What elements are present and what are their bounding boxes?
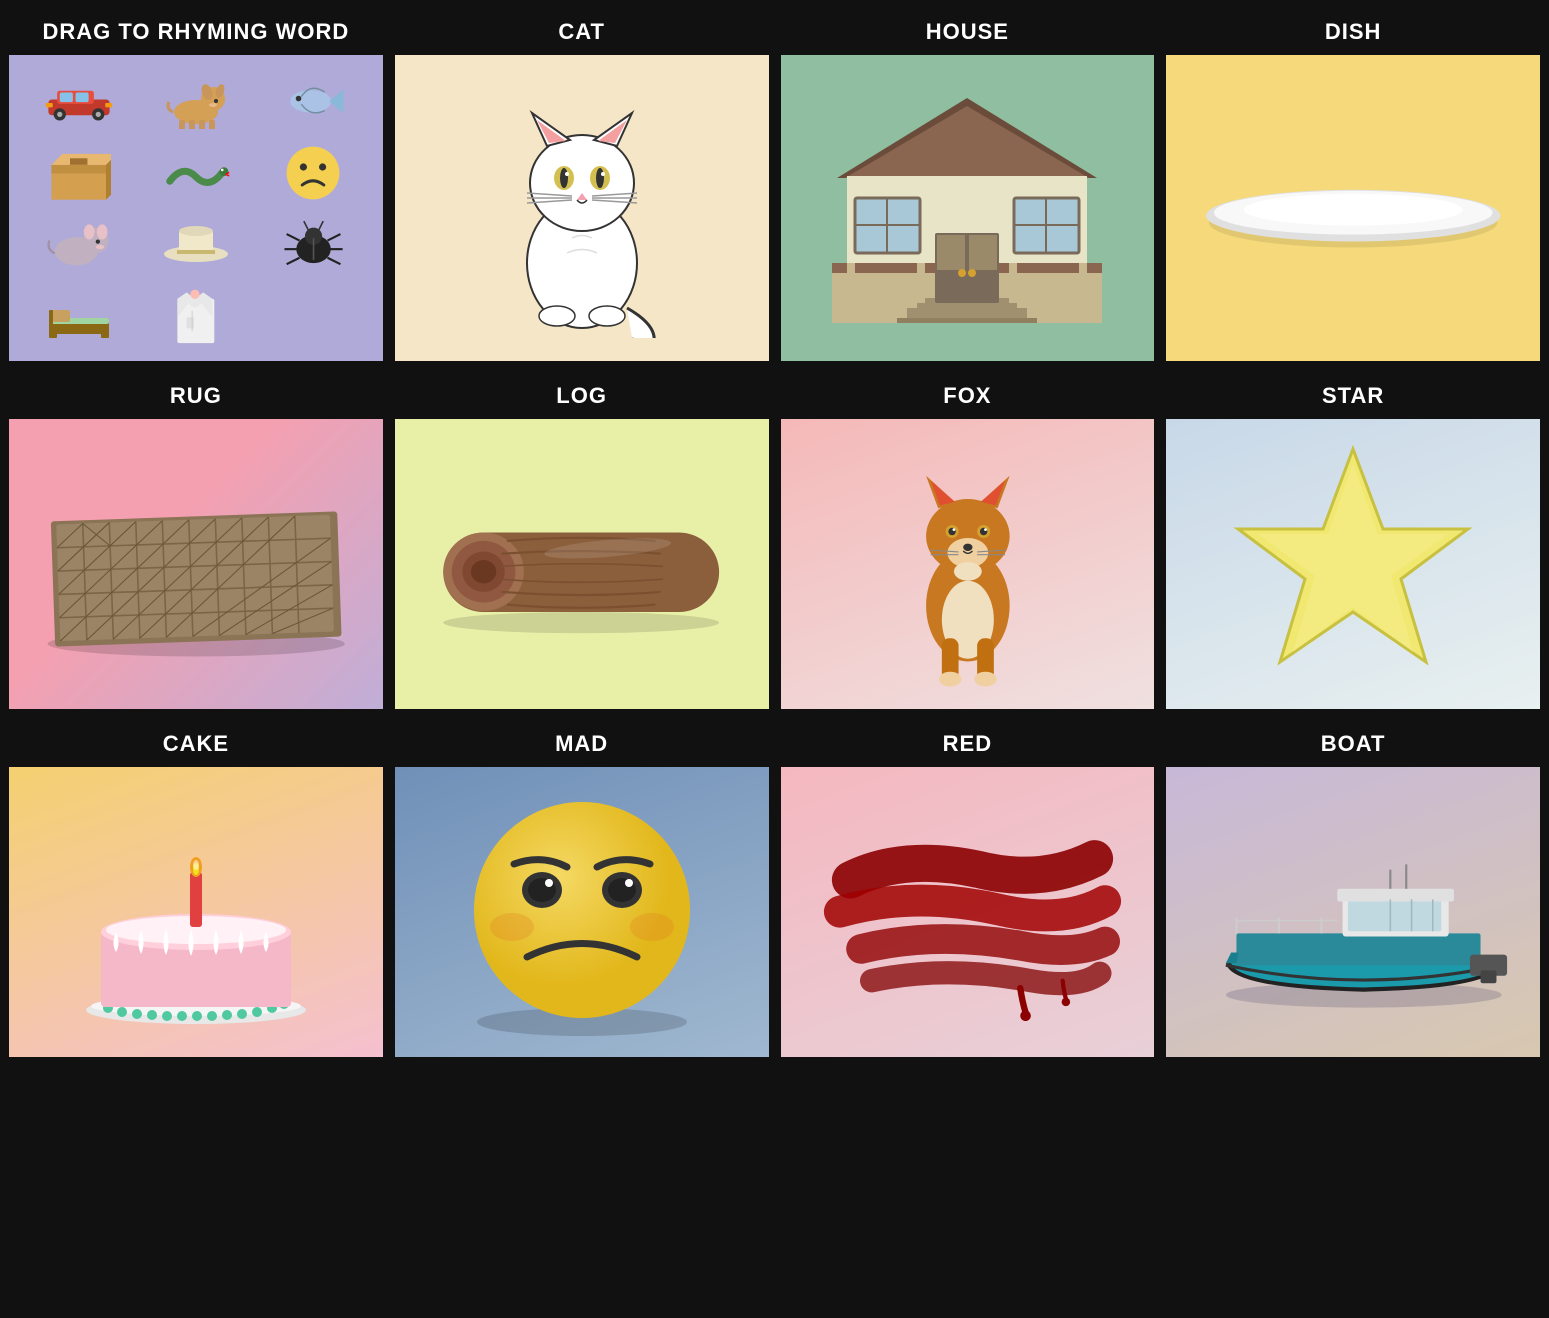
body-cake[interactable] xyxy=(9,767,383,1057)
body-cat[interactable] xyxy=(395,55,769,361)
drag-item-sad[interactable] xyxy=(258,140,369,205)
body-fox[interactable] xyxy=(781,419,1155,709)
cell-star: STAR xyxy=(1163,370,1543,712)
fox-image xyxy=(875,434,1061,694)
house-image xyxy=(817,78,1117,338)
header-boat: BOAT xyxy=(1166,721,1540,767)
header-cake: CAKE xyxy=(9,721,383,767)
cake-image xyxy=(66,782,326,1042)
body-star[interactable] xyxy=(1166,419,1540,709)
cell-fox: FOX xyxy=(778,370,1158,712)
body-dish[interactable] xyxy=(1166,55,1540,361)
log-image xyxy=(422,490,740,639)
cell-boat: BOAT xyxy=(1163,718,1543,1060)
header-rug: RUG xyxy=(9,373,383,419)
drag-item-dog[interactable] xyxy=(140,69,251,134)
header-log: LOG xyxy=(395,373,769,419)
header-fox: FOX xyxy=(781,373,1155,419)
cell-cake: CAKE xyxy=(6,718,386,1060)
cell-cat: CAT xyxy=(392,6,772,364)
cell-rug: RUG xyxy=(6,370,386,712)
body-mad[interactable] xyxy=(395,767,769,1057)
header-house: HOUSE xyxy=(781,9,1155,55)
body-log[interactable] xyxy=(395,419,769,709)
mad-image xyxy=(452,782,712,1042)
drag-item-labcoat[interactable] xyxy=(140,282,251,347)
header-cat: CAT xyxy=(395,9,769,55)
drag-item-hat[interactable] xyxy=(140,211,251,276)
drag-item-car[interactable] xyxy=(23,69,134,134)
cell-house: HOUSE xyxy=(778,6,1158,364)
rug-image xyxy=(37,458,355,670)
body-red[interactable] xyxy=(781,767,1155,1057)
header-red: RED xyxy=(781,721,1155,767)
header-mad: MAD xyxy=(395,721,769,767)
main-grid: DRAG TO RHYMING WORD xyxy=(0,0,1549,1066)
body-drag[interactable] xyxy=(9,55,383,361)
drag-item-box[interactable] xyxy=(23,140,134,205)
header-dish: DISH xyxy=(1166,9,1540,55)
cell-drag: DRAG TO RHYMING WORD xyxy=(6,6,386,364)
header-star: STAR xyxy=(1166,373,1540,419)
cell-log: LOG xyxy=(392,370,772,712)
body-rug[interactable] xyxy=(9,419,383,709)
cell-mad: MAD xyxy=(392,718,772,1060)
drag-item-fish[interactable] xyxy=(258,69,369,134)
cell-red: RED xyxy=(778,718,1158,1060)
drag-item-bug[interactable] xyxy=(258,211,369,276)
cat-image xyxy=(482,78,682,338)
drag-item-snake[interactable] xyxy=(140,140,251,205)
boat-image xyxy=(1194,806,1512,1018)
drag-items-grid xyxy=(19,65,373,351)
body-boat[interactable] xyxy=(1166,767,1540,1057)
header-drag: DRAG TO RHYMING WORD xyxy=(9,9,383,55)
drag-item-mouse[interactable] xyxy=(23,211,134,276)
body-house[interactable] xyxy=(781,55,1155,361)
red-image xyxy=(808,795,1126,1028)
cell-dish: DISH xyxy=(1163,6,1543,364)
drag-item-bed[interactable] xyxy=(23,282,134,347)
star-image xyxy=(1213,434,1493,694)
dish-image xyxy=(1194,148,1512,267)
